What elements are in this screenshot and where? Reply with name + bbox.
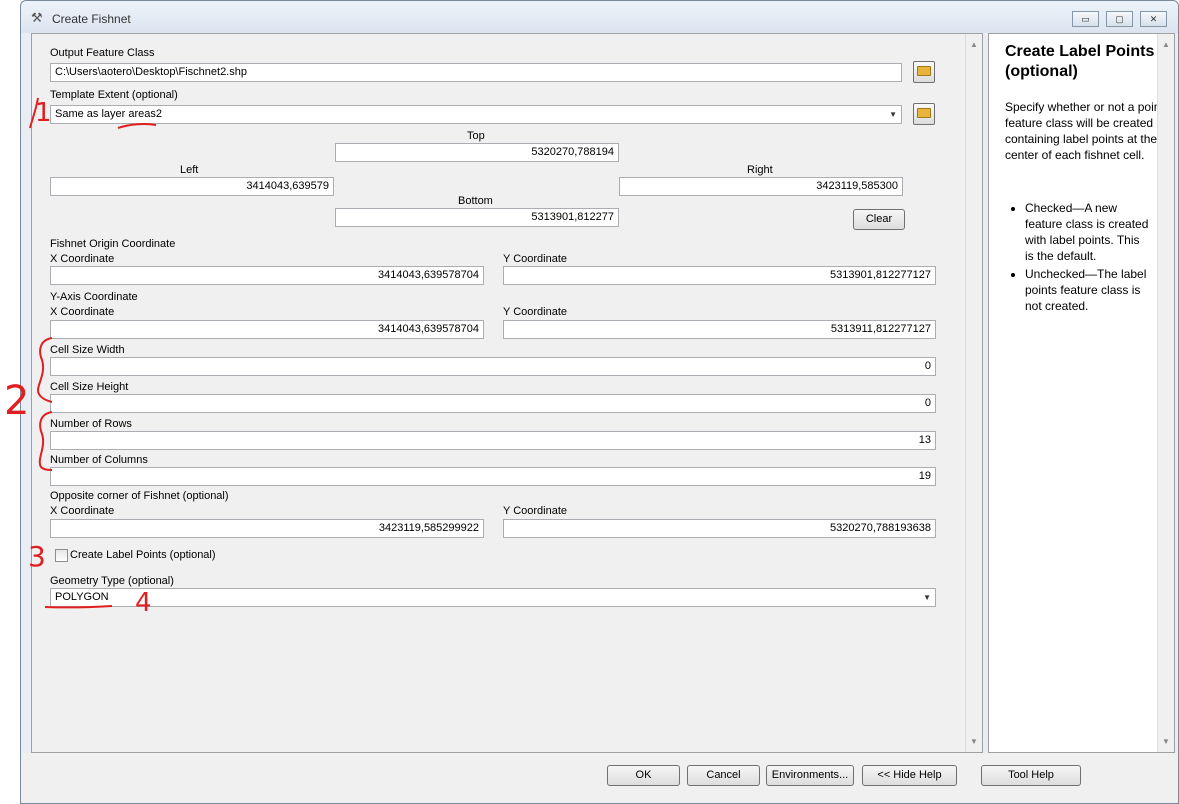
annotation-underline [44, 605, 113, 609]
annotation-brace [38, 411, 53, 471]
annotation-number-3: 3 [28, 540, 46, 573]
annotation-number-4: 4 [135, 588, 152, 618]
annotation-underline [117, 123, 157, 129]
annotation-brace [36, 337, 53, 403]
annotation-overlay [29, 97, 157, 609]
annotation-number-1: 1 [35, 98, 52, 128]
annotation-number-2: 2 [4, 378, 30, 424]
